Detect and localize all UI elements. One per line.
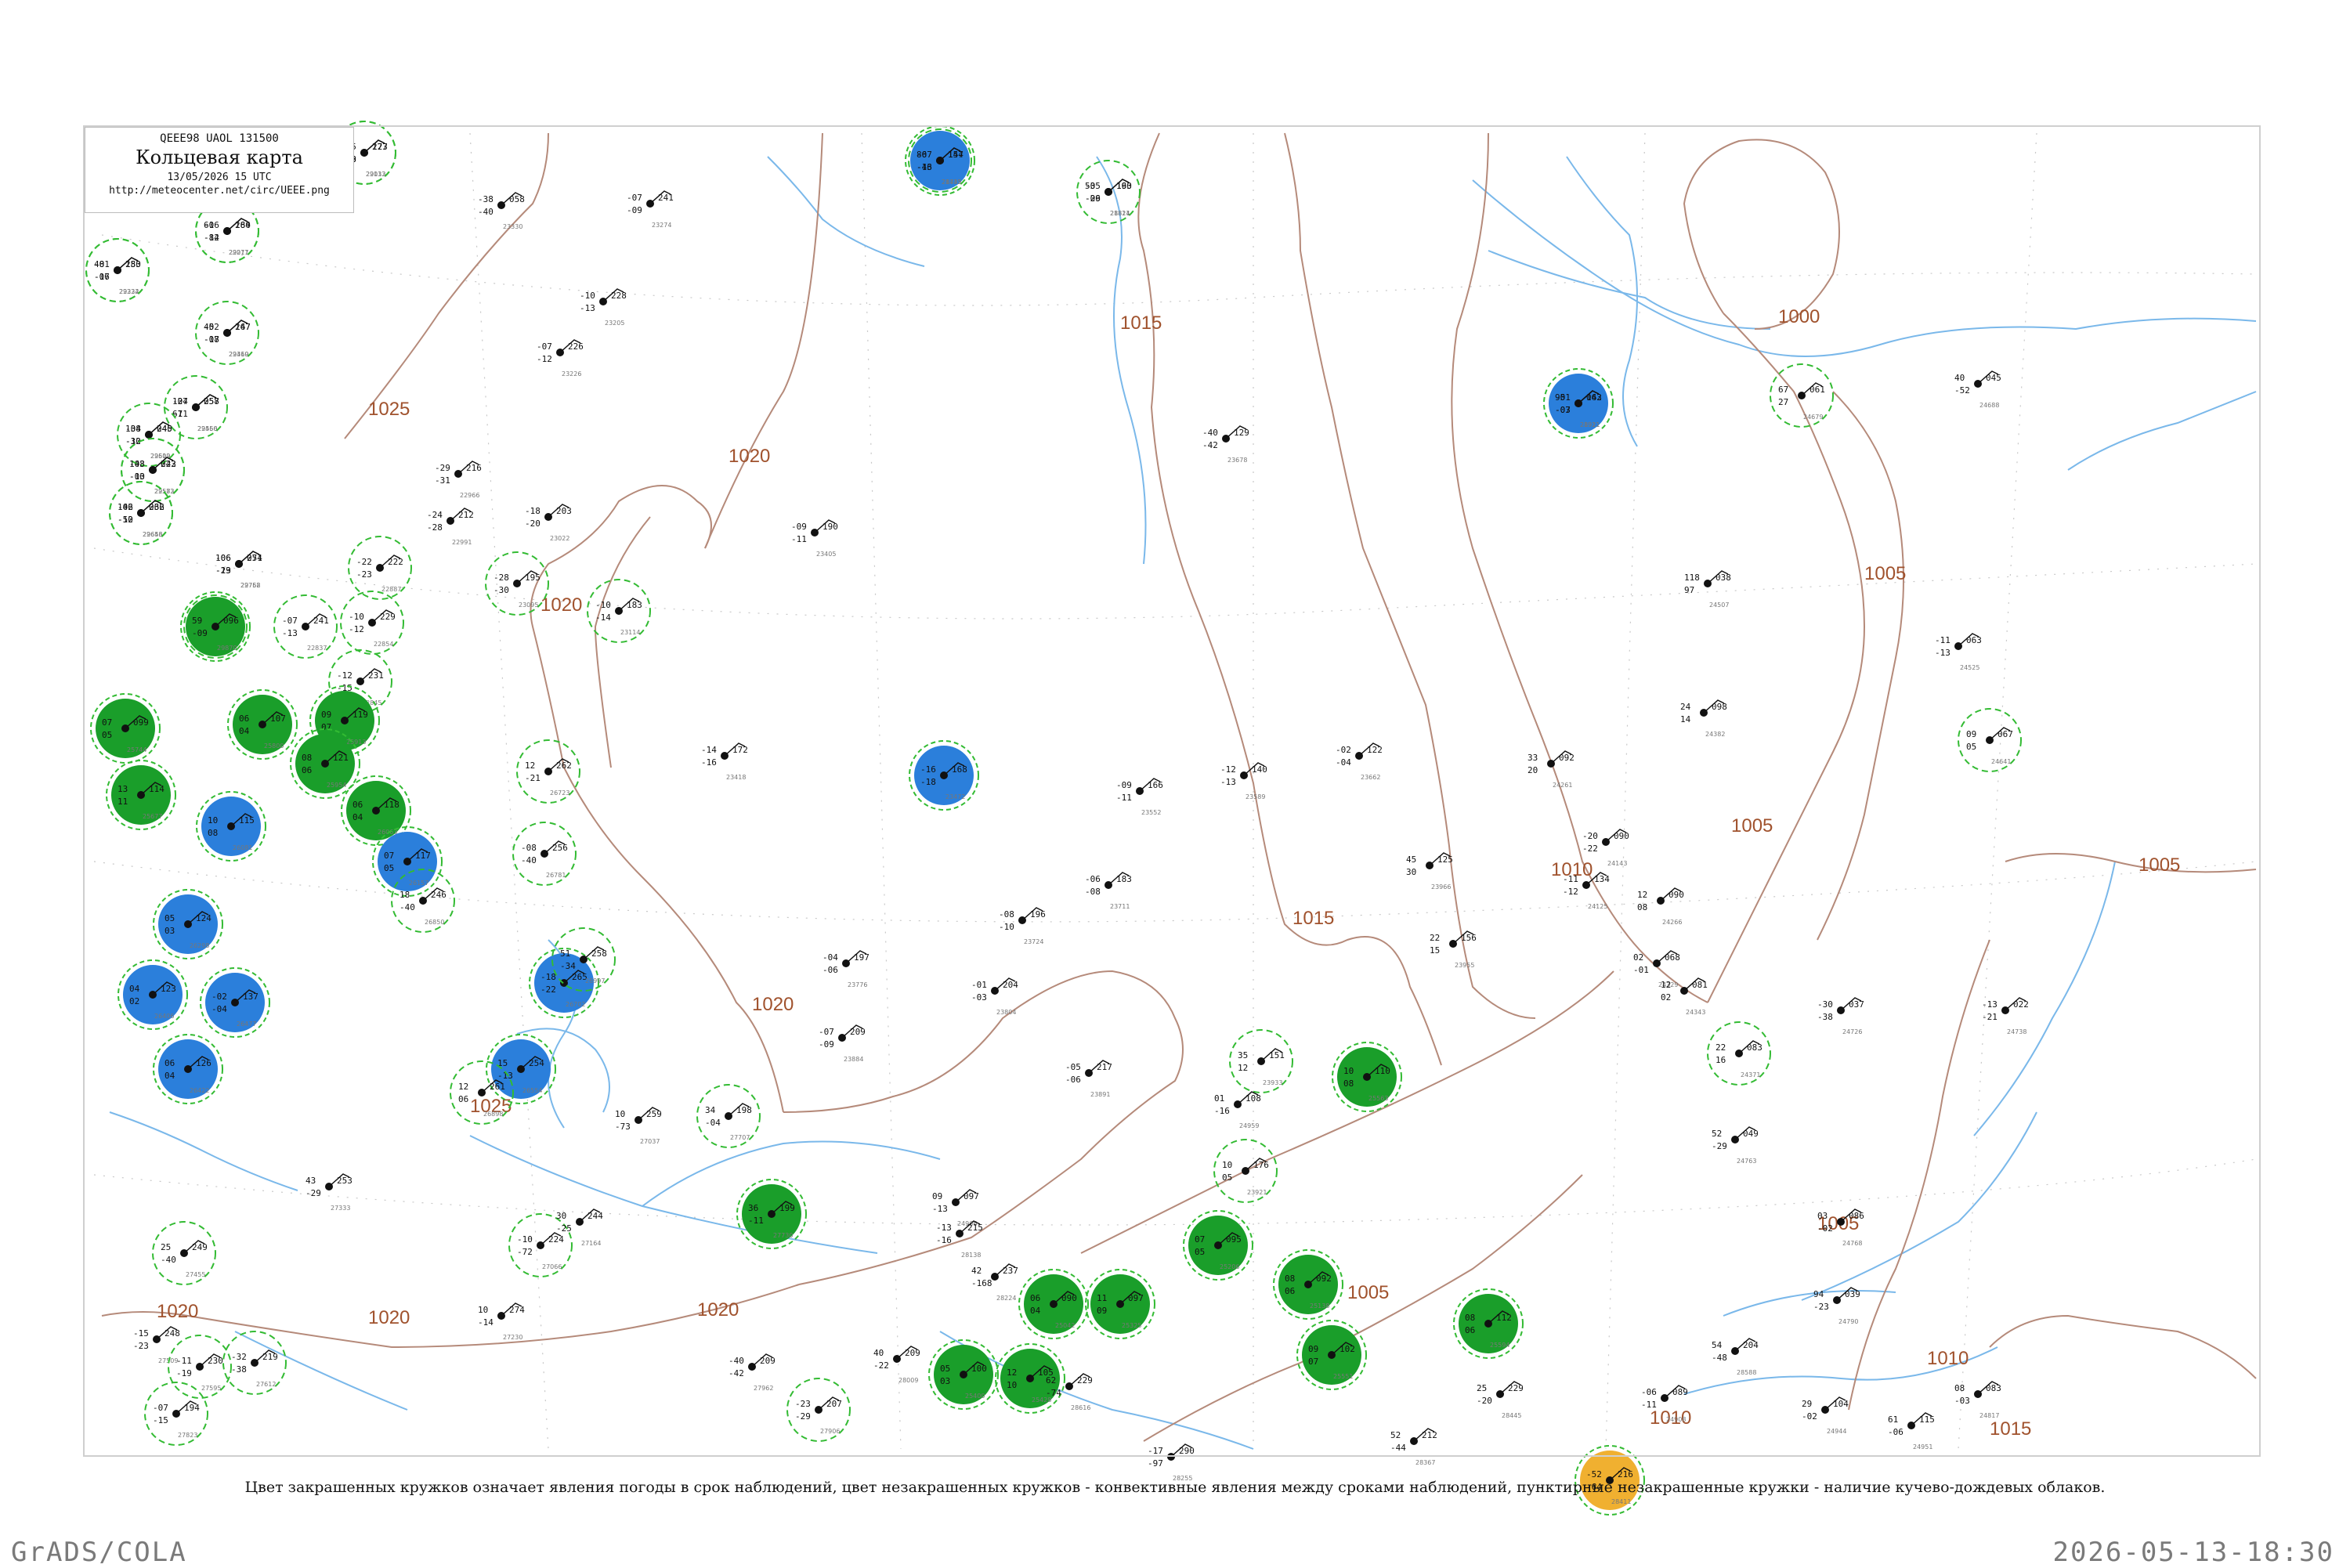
map-source-url[interactable]: http://meteocenter.net/circ/UEEE.png: [85, 185, 353, 197]
station-index: 28367: [1415, 1459, 1435, 1466]
station-index: 28411: [1611, 1498, 1631, 1505]
dewpoint-value: -97: [1148, 1458, 1163, 1469]
map-title: Кольцевая карта: [136, 146, 303, 168]
map-title-box: QEEE98 UAOL 131500 Кольцевая карта 13/05…: [85, 127, 354, 213]
map-frame: [83, 125, 2261, 1457]
software-credit: GrADS/COLA: [11, 1537, 187, 1568]
bulletin-code: QEEE98 UAOL 131500: [160, 132, 279, 145]
map-caption: Цвет закрашенных кружков означает явлени…: [244, 1479, 2106, 1496]
render-timestamp: 2026-05-13-18:30: [2052, 1537, 2334, 1568]
map-datetime: 13/05/2026 15 UTC: [167, 172, 272, 183]
